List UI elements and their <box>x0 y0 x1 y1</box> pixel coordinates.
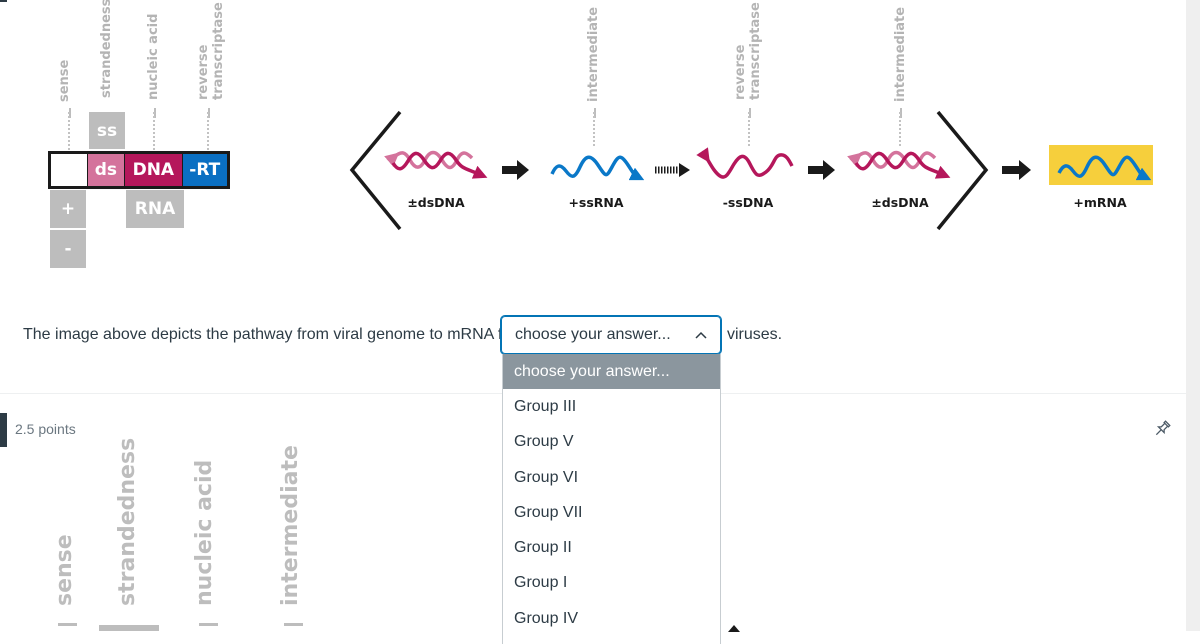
tick <box>284 623 303 626</box>
strandedness-bar <box>99 625 159 631</box>
axis-label-intermediate: intermediate <box>278 445 303 606</box>
left-bracket <box>349 110 402 231</box>
scrollbar-track[interactable] <box>1186 0 1200 631</box>
tick <box>199 623 218 626</box>
option-group-v[interactable]: Group V <box>503 425 720 460</box>
pin-icon[interactable] <box>1151 418 1173 440</box>
question-suffix: viruses. <box>727 326 783 343</box>
points-label: 2.5 points <box>15 421 76 437</box>
arrow-right-icon <box>502 160 529 180</box>
axis-label-nucleic-acid: nucleic acid <box>192 459 217 606</box>
tick <box>58 623 77 626</box>
single-strand-wave-icon <box>550 155 645 181</box>
step-label: +mRNA <box>1073 195 1127 210</box>
pathway-graphic <box>349 110 1031 231</box>
option-group-iii[interactable]: Group III <box>503 389 720 424</box>
question-marker <box>0 413 7 447</box>
single-strand-wave-icon <box>696 147 794 179</box>
arrow-right-icon <box>808 160 835 180</box>
chevron-up-icon <box>695 331 707 339</box>
viral-pathway-diagram: sense strandedness nucleic acid reverse … <box>0 0 1186 268</box>
step-label: -ssDNA <box>722 195 774 210</box>
option-group-i[interactable]: Group I <box>503 566 720 601</box>
select-value: choose your answer... <box>515 326 671 343</box>
axis-label-sense: sense <box>52 534 77 606</box>
step-label: ±dsDNA <box>871 195 929 210</box>
arrow-right-icon <box>1002 160 1031 180</box>
step-label: ±dsDNA <box>407 195 465 210</box>
double-helix-icon <box>384 150 488 179</box>
right-bracket <box>936 110 989 231</box>
axis-label-strandedness: strandedness <box>115 437 140 606</box>
single-strand-wave-icon <box>1057 155 1152 181</box>
option-group-ii[interactable]: Group II <box>503 530 720 565</box>
dashed-arrow-icon <box>655 163 690 177</box>
option-group-vi[interactable]: Group VI <box>503 460 720 495</box>
step-label: +ssRNA <box>568 195 624 210</box>
option-group-iv[interactable]: Group IV <box>503 601 720 636</box>
option-placeholder[interactable]: choose your answer... <box>503 354 720 390</box>
double-helix-icon <box>847 150 951 179</box>
answer-options-list: choose your answer... Group III Group V … <box>502 354 721 644</box>
question-text: The image above depicts the pathway from… <box>23 326 517 343</box>
answer-select[interactable]: choose your answer... <box>500 315 722 355</box>
option-group-vii[interactable]: Group VII <box>503 495 720 530</box>
